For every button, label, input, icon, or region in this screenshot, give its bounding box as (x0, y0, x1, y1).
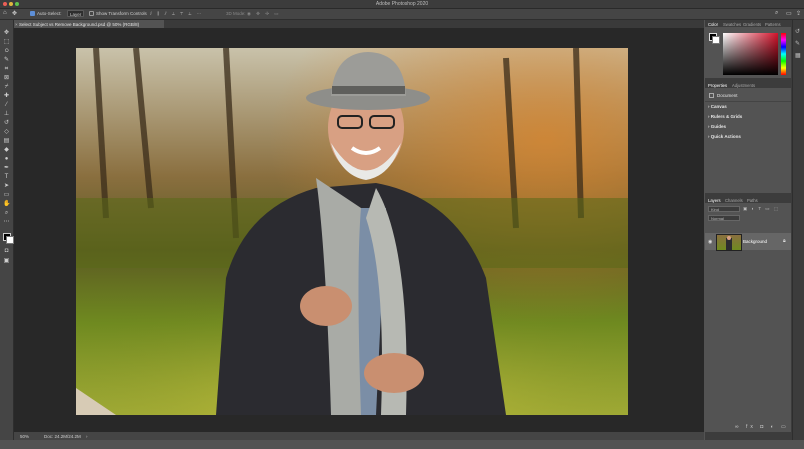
window-title: Adobe Photoshop 2020 (375, 1, 429, 7)
marquee-icon[interactable]: ⬚ (3, 39, 10, 46)
transform-controls-checkbox[interactable] (89, 11, 94, 16)
properties-document-label: Document (717, 93, 738, 98)
pen-icon[interactable]: ✒ (3, 165, 10, 172)
layer-filter-icons[interactable]: ▣ ◐ T ▭ ⬚ (743, 206, 780, 212)
frame-icon[interactable]: ⊠ (3, 75, 10, 82)
layer-thumbnail (716, 234, 742, 251)
tab-swatches[interactable]: Swatches (723, 22, 741, 27)
layer-name[interactable]: Background (743, 239, 767, 244)
document-image[interactable] (76, 48, 628, 415)
layer-filter-dropdown[interactable]: Kind (708, 206, 740, 212)
history-brush-icon[interactable]: ↺ (3, 120, 10, 127)
properties-panel: Properties Adjustments Document › Canvas… (705, 81, 791, 193)
document-size: Doc: 24.2M/24.2M (44, 433, 81, 439)
close-tab-icon[interactable]: × (15, 22, 18, 27)
home-icon[interactable]: ⌂ (3, 10, 7, 16)
section-canvas[interactable]: › Canvas (708, 104, 727, 109)
gradient-icon[interactable]: ▤ (3, 138, 10, 145)
share-icon[interactable]: ⇪ (796, 10, 801, 17)
status-bar: 50% Doc: 24.2M/24.2M › (14, 432, 704, 440)
document-icon (709, 93, 714, 98)
crop-icon[interactable]: ⌗ (3, 66, 10, 73)
tab-color[interactable]: Color (708, 22, 718, 27)
blend-mode-dropdown[interactable]: Normal (708, 215, 740, 221)
document-tab-label: Select Subject vs Remove Background.psd … (19, 21, 140, 27)
eye-icon[interactable]: ◉ (708, 239, 712, 245)
status-menu-icon[interactable]: › (86, 434, 88, 439)
clone-stamp-icon[interactable]: ⊥ (3, 111, 10, 118)
zoom-icon[interactable]: ⌕ (3, 210, 10, 217)
layers-panel-tabs: Layers Channels Paths (705, 196, 791, 203)
libraries-icon[interactable]: ▦ (795, 52, 801, 59)
dodge-icon[interactable]: ● (3, 156, 10, 163)
color-panel-tabs: Color Swatches Gradients Patterns (705, 20, 791, 27)
align-icons[interactable]: ⫽ ⫼ ⫽ ⊥ ⊤ ⊥ ⋯ (150, 11, 203, 16)
healing-brush-icon[interactable]: ✚ (3, 93, 10, 100)
color-panel: Color Swatches Gradients Patterns (705, 20, 791, 78)
transform-controls-label: Show Transform Controls (96, 11, 147, 16)
3d-mode-label: 3D Mode: (226, 11, 246, 16)
type-icon[interactable]: T (3, 174, 10, 181)
move-icon[interactable]: ✥ (3, 30, 10, 37)
tools-panel: ✥ ⬚ ഠ ✎ ⌗ ⊠ ⌿ ✚ ⁄ ⊥ ↺ ◇ ▤ ◆ ● ✒ T ➤ ▭ ✋ … (0, 20, 14, 440)
zoom-level[interactable]: 50% (20, 434, 29, 439)
blur-icon[interactable]: ◆ (3, 147, 10, 154)
lock-icon[interactable]: 🔒︎ (783, 238, 786, 244)
tab-channels[interactable]: Channels (725, 198, 743, 203)
properties-panel-tabs: Properties Adjustments (705, 81, 791, 88)
tab-properties[interactable]: Properties (708, 83, 727, 88)
tab-gradients[interactable]: Gradients (743, 22, 761, 27)
workspace-icon[interactable]: ▭ (786, 10, 792, 17)
hand-icon[interactable]: ✋ (3, 201, 10, 208)
section-quick-actions[interactable]: › Quick Actions (708, 134, 741, 139)
tab-adjustments[interactable]: Adjustments (732, 83, 755, 88)
tab-layers[interactable]: Layers (708, 198, 721, 203)
background-color-swatch[interactable] (6, 236, 14, 244)
tab-patterns[interactable]: Patterns (765, 22, 781, 27)
brush-icon[interactable]: ⁄ (3, 102, 10, 109)
color-picker-field[interactable] (723, 33, 778, 75)
layer-row[interactable]: ◉ Background 🔒︎ (705, 233, 791, 251)
options-bar: ⌂ ✥ Auto-Select: Layer Show Transform Co… (0, 9, 804, 20)
quick-mask-icon[interactable]: ◘ (3, 248, 10, 255)
tab-paths[interactable]: Paths (747, 198, 758, 203)
more-icon[interactable]: ⋯ (3, 219, 10, 226)
3d-mode-icons[interactable]: ◉ ✥ ✣ ▭ (247, 11, 280, 17)
title-bar: Adobe Photoshop 2020 (0, 0, 804, 9)
auto-select-label: Auto-Select: (37, 11, 62, 16)
document-tab[interactable]: Select Subject vs Remove Background.psd … (14, 20, 164, 28)
eraser-icon[interactable]: ◇ (3, 129, 10, 136)
bg-color-chip[interactable] (712, 36, 720, 44)
search-icon[interactable]: ⌕ (775, 10, 778, 17)
portrait-photo (76, 48, 628, 415)
section-guides[interactable]: › Guides (708, 124, 726, 129)
auto-select-checkbox[interactable] (30, 11, 35, 16)
eyedropper-icon[interactable]: ⌿ (3, 84, 10, 91)
lasso-icon[interactable]: ഠ (3, 48, 10, 55)
rectangle-icon[interactable]: ▭ (3, 192, 10, 199)
collapsed-panel-strip: ↺ ✎ ▦ (792, 20, 804, 440)
layers-panel: Layers Channels Paths Kind ▣ ◐ T ▭ ⬚ Nor… (705, 196, 804, 432)
history-panel-icon[interactable]: ↺ (795, 28, 800, 35)
hue-slider[interactable] (781, 33, 786, 75)
move-tool-preset-icon[interactable]: ✥ (12, 10, 17, 17)
auto-select-dropdown[interactable]: Layer (67, 10, 84, 17)
path-selection-icon[interactable]: ➤ (3, 183, 10, 190)
quick-selection-icon[interactable]: ✎ (3, 57, 10, 64)
screen-mode-icon[interactable]: ▣ (3, 258, 10, 265)
brush-settings-icon[interactable]: ✎ (795, 40, 800, 47)
section-rulers-grids[interactable]: › Rulers & Grids (708, 114, 742, 119)
